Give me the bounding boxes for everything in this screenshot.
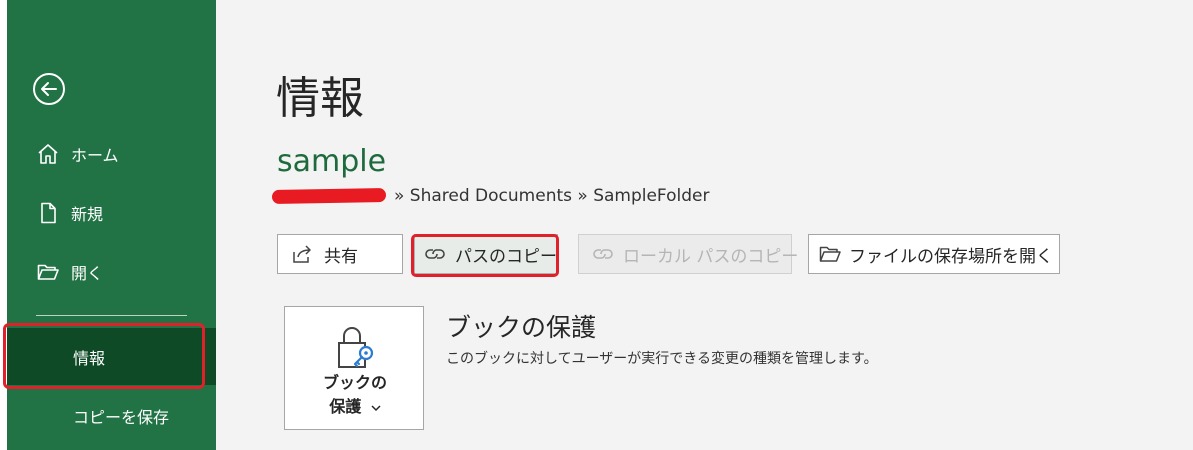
back-arrow-circle-icon [33,73,65,105]
copy-local-path-button[interactable]: ローカル パスのコピー [578,234,798,274]
back-button[interactable] [32,72,66,106]
protect-section-title: ブックの保護 [446,313,597,342]
breadcrumb: » Shared Documents » SampleFolder [271,186,710,206]
sidebar-item-open[interactable]: 開く [7,252,216,292]
protect-workbook-button[interactable]: ブックの 保護 [284,306,424,430]
info-panel: 情報 sample » Shared Documents » SampleFol… [216,0,1193,450]
share-icon [290,241,316,267]
annotation-highlight-copy-path [411,234,559,277]
folder-open-icon [817,241,843,267]
copy-local-path-label: ローカル パスのコピー [623,246,799,267]
share-label: 共有 [324,246,358,267]
annotation-highlight-info [3,323,205,389]
new-document-icon [35,200,61,226]
protect-label-line2: 保護 [285,395,425,419]
protect-label-text: 保護 [329,397,362,416]
sidebar-item-label: 開く [71,264,104,283]
sidebar-item-label: ホーム [71,146,119,165]
breadcrumb-path: » Shared Documents » SampleFolder [394,186,710,206]
folder-open-icon [35,259,61,285]
open-file-location-label: ファイルの保存場所を開く [849,246,1053,267]
protect-workbook-label: ブックの 保護 [285,371,425,419]
share-button[interactable]: 共有 [277,234,403,274]
sidebar-item-home[interactable]: ホーム [7,134,216,174]
chevron-down-icon [371,404,381,411]
link-icon [591,241,615,267]
protect-section-description: このブックに対してユーザーが実行できる変更の種類を管理します。 [446,351,878,367]
home-icon [35,141,61,167]
sidebar-item-new[interactable]: 新規 [7,193,216,233]
protect-label-line1: ブックの [322,373,387,392]
page-title: 情報 [276,73,364,124]
open-file-location-button[interactable]: ファイルの保存場所を開く [808,234,1060,274]
excel-backstage: ホーム 新規 開く 情報 コピーを保存 情報 sample » Shared D… [0,0,1193,450]
sidebar-item-label: 新規 [71,205,104,224]
document-name: sample [277,144,387,179]
lock-key-icon [338,327,374,368]
redacted-site-name [271,188,387,204]
sidebar-item-label: コピーを保存 [73,408,170,427]
sidebar-divider [36,315,187,316]
sidebar-item-save-copy[interactable]: コピーを保存 [7,396,216,436]
